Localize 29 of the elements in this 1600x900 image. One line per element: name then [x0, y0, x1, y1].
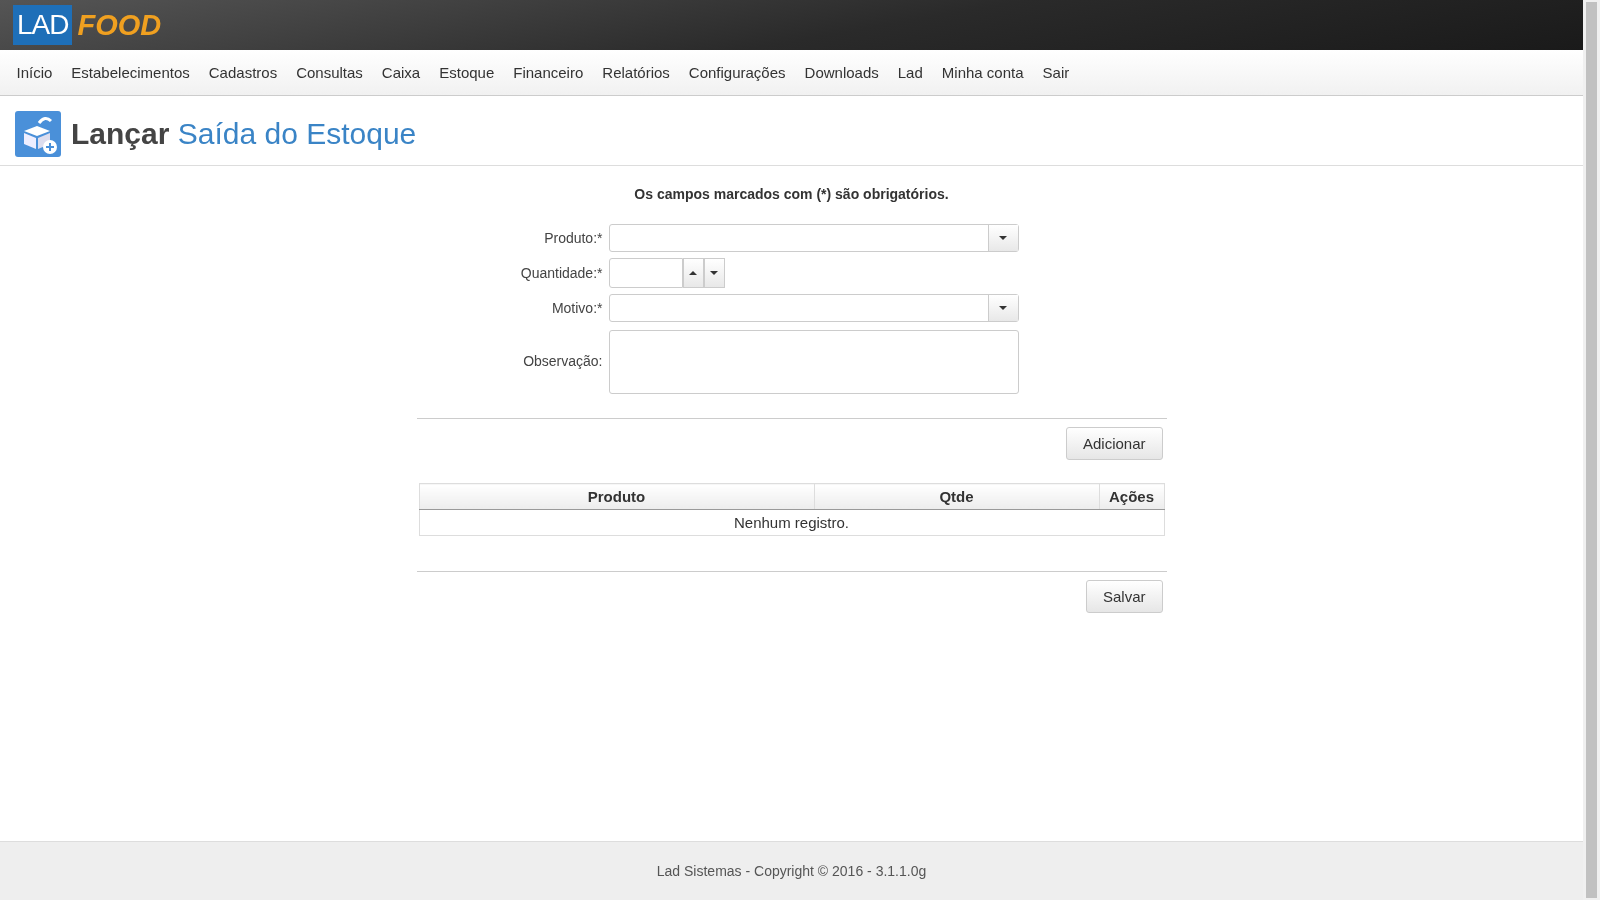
column-header: Produto	[419, 483, 814, 510]
menu-item[interactable]: Downloads	[795, 64, 889, 81]
menu-item[interactable]: Estoque	[429, 64, 504, 81]
empty-table-message: Nenhum registro.	[419, 509, 1164, 536]
menu-item[interactable]: Caixa	[372, 64, 430, 81]
menu-item[interactable]: Relatórios	[592, 64, 680, 81]
menu-item[interactable]: Sair	[1033, 64, 1079, 81]
logo-text: FOOD	[76, 8, 162, 42]
menu-item[interactable]: Configurações	[679, 64, 796, 81]
menu-item[interactable]: Lad	[888, 64, 933, 81]
logo[interactable]: LAD FOOD	[13, 3, 162, 47]
column-header: Ações	[1099, 483, 1164, 510]
page-title: Lançar Saída do Estoque	[71, 117, 417, 151]
menu-item[interactable]: Estabelecimentos	[61, 64, 200, 81]
menu-item[interactable]: Financeiro	[503, 64, 593, 81]
required-note: Os campos marcados com (*) são obrigatórios.	[633, 186, 950, 202]
field-label: Quantidade:*	[519, 265, 604, 281]
menu-item[interactable]: Consultas	[286, 64, 373, 81]
save-button[interactable]: Salvar	[1085, 580, 1163, 613]
copyright-text: Lad Sistemas - Copyright © 2016 - 3.1.1.0g	[656, 863, 927, 879]
add-button[interactable]: Adicionar	[1065, 427, 1163, 460]
logo-text: LAD	[13, 5, 73, 45]
menu-item[interactable]: Minha conta	[932, 64, 1034, 81]
field-label: Motivo:*	[550, 300, 604, 316]
menu-item[interactable]: Cadastros	[199, 64, 287, 81]
field-label: Observação:	[522, 353, 604, 369]
field-label: Produto:*	[543, 230, 604, 246]
column-header: Qtde	[814, 483, 1099, 510]
menu-item[interactable]: Início	[7, 64, 62, 81]
